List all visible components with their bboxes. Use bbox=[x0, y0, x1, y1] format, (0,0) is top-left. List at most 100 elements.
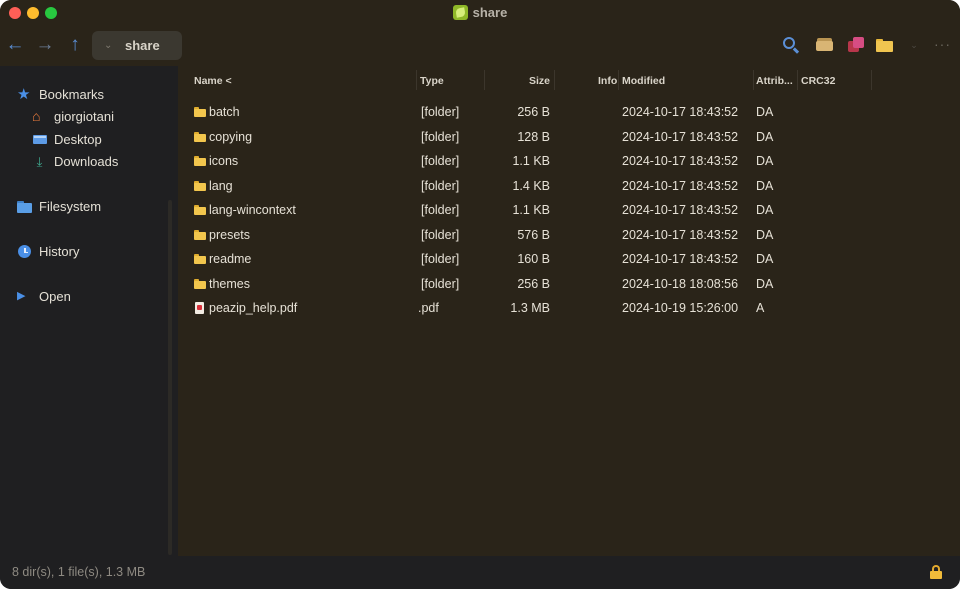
add-to-archive-icon[interactable] bbox=[816, 36, 834, 54]
file-modified: 2024-10-17 18:43:52 bbox=[622, 105, 739, 119]
folder-icon bbox=[194, 253, 206, 265]
status-bar: 8 dir(s), 1 file(s), 1.3 MB bbox=[0, 556, 960, 589]
sidebar-item-label: Desktop bbox=[54, 131, 102, 147]
file-attributes: DA bbox=[756, 178, 774, 193]
file-modified: 2024-10-18 18:08:56 bbox=[622, 276, 739, 291]
folder-icon[interactable] bbox=[876, 36, 894, 54]
folder-icon bbox=[194, 278, 206, 290]
sidebar-section-label: Bookmarks bbox=[39, 86, 105, 102]
column-divider[interactable] bbox=[484, 70, 485, 90]
window-title: share bbox=[472, 5, 508, 20]
file-type: [folder] bbox=[421, 252, 460, 266]
column-header-crc32[interactable]: CRC32 bbox=[801, 75, 835, 87]
sidebar-section-label: Open bbox=[39, 288, 71, 304]
sidebar-item-label: Downloads bbox=[54, 153, 119, 169]
history-icon bbox=[17, 244, 32, 259]
column-header-attributes[interactable]: Attrib... bbox=[756, 75, 793, 87]
up-button[interactable]: ↑ bbox=[64, 32, 86, 58]
file-list: Name < Type Size Info Modified Attrib...… bbox=[178, 66, 960, 556]
arrow-left-icon: ← bbox=[5, 34, 25, 55]
file-attributes: DA bbox=[756, 154, 774, 168]
file-name: lang-wincontext bbox=[209, 203, 296, 217]
file-name: batch bbox=[209, 105, 240, 119]
file-row[interactable]: copying [folder] 128 B 2024-10-17 18:43:… bbox=[178, 125, 960, 149]
sidebar-filesystem[interactable]: Filesystem bbox=[17, 196, 101, 216]
column-divider[interactable] bbox=[416, 70, 417, 90]
column-header-info[interactable]: Info bbox=[598, 75, 617, 87]
sidebar-open[interactable]: ▶ Open bbox=[17, 286, 71, 306]
sidebar-history[interactable]: History bbox=[17, 241, 79, 261]
file-modified: 2024-10-19 15:26:00 bbox=[622, 301, 739, 315]
address-bar[interactable]: ⌄ share bbox=[92, 31, 182, 60]
file-attributes: DA bbox=[756, 276, 774, 291]
file-modified: 2024-10-17 18:43:52 bbox=[622, 154, 739, 168]
folder-icon bbox=[194, 155, 206, 167]
title-bar: share bbox=[0, 0, 960, 26]
column-divider[interactable] bbox=[554, 70, 555, 90]
column-header-type[interactable]: Type bbox=[420, 75, 444, 87]
home-icon: ⌂ bbox=[32, 107, 41, 124]
pdf-file-icon bbox=[194, 302, 206, 314]
arrow-right-icon: → bbox=[35, 34, 55, 55]
column-header-size[interactable]: Size bbox=[529, 75, 550, 87]
file-size: 256 B bbox=[517, 276, 550, 291]
file-attributes: DA bbox=[756, 252, 774, 266]
file-type: [folder] bbox=[421, 154, 460, 168]
toolbar: ← → ↑ ⌄ share ⌄ ··· bbox=[0, 26, 960, 66]
file-attributes: DA bbox=[756, 129, 774, 144]
file-row[interactable]: icons [folder] 1.1 KB 2024-10-17 18:43:5… bbox=[178, 149, 960, 173]
file-name: lang bbox=[209, 178, 233, 193]
column-divider[interactable] bbox=[797, 70, 798, 90]
folder-icon bbox=[194, 229, 206, 241]
file-row[interactable]: themes [folder] 256 B 2024-10-18 18:08:5… bbox=[178, 272, 960, 296]
sidebar-bookmarks[interactable]: ★ Bookmarks bbox=[17, 84, 104, 104]
window-title-group: share bbox=[0, 5, 960, 20]
folder-icon bbox=[194, 106, 206, 118]
file-name: copying bbox=[209, 129, 253, 144]
column-header-modified[interactable]: Modified bbox=[622, 75, 665, 87]
file-row[interactable]: presets [folder] 576 B 2024-10-17 18:43:… bbox=[178, 223, 960, 247]
file-modified: 2024-10-17 18:43:52 bbox=[622, 129, 739, 144]
file-row[interactable]: lang [folder] 1.4 KB 2024-10-17 18:43:52… bbox=[178, 174, 960, 198]
forward-button[interactable]: → bbox=[34, 32, 56, 58]
download-icon: ⤓ bbox=[36, 153, 43, 169]
file-attributes: A bbox=[756, 301, 765, 315]
chevron-down-icon[interactable]: ⌄ bbox=[104, 40, 120, 51]
file-size: 128 B bbox=[517, 129, 550, 144]
file-modified: 2024-10-17 18:43:52 bbox=[622, 227, 739, 242]
more-options-icon[interactable]: ··· bbox=[934, 36, 954, 54]
app-window: share ← → ↑ ⌄ share ⌄ ··· ★ Bookmarks ⌂ … bbox=[0, 0, 960, 589]
sidebar-item-home[interactable]: ⌂ giorgiotani bbox=[32, 106, 114, 126]
sidebar: ★ Bookmarks ⌂ giorgiotani Desktop ⤓ Down… bbox=[0, 66, 170, 556]
sidebar-scrollbar[interactable] bbox=[168, 200, 172, 555]
file-row[interactable]: peazip_help.pdf .pdf 1.3 MB 2024-10-19 1… bbox=[178, 296, 960, 320]
peazip-app-icon bbox=[452, 5, 468, 20]
search-icon[interactable] bbox=[782, 36, 800, 54]
column-divider[interactable] bbox=[753, 70, 754, 90]
column-divider[interactable] bbox=[618, 70, 619, 90]
file-type: [folder] bbox=[421, 129, 460, 144]
chevron-down-icon[interactable]: ⌄ bbox=[907, 36, 921, 54]
desktop-icon bbox=[32, 132, 47, 147]
path-label: share bbox=[125, 38, 160, 53]
lock-icon[interactable] bbox=[930, 565, 942, 579]
file-type: [folder] bbox=[421, 203, 460, 217]
star-icon: ★ bbox=[17, 85, 31, 103]
column-header-name[interactable]: Name < bbox=[194, 75, 232, 87]
file-row[interactable]: batch [folder] 256 B 2024-10-17 18:43:52… bbox=[178, 100, 960, 124]
file-row[interactable]: readme [folder] 160 B 2024-10-17 18:43:5… bbox=[178, 247, 960, 271]
folder-icon bbox=[194, 131, 206, 143]
sidebar-item-downloads[interactable]: ⤓ Downloads bbox=[32, 151, 119, 171]
extract-icon[interactable] bbox=[847, 36, 865, 54]
back-button[interactable]: ← bbox=[4, 32, 26, 58]
file-size: 1.1 KB bbox=[512, 154, 550, 168]
file-attributes: DA bbox=[756, 227, 774, 242]
file-name: icons bbox=[209, 154, 239, 168]
file-row[interactable]: lang-wincontext [folder] 1.1 KB 2024-10-… bbox=[178, 198, 960, 222]
column-divider[interactable] bbox=[871, 70, 872, 90]
file-type: [folder] bbox=[421, 227, 460, 242]
sidebar-item-desktop[interactable]: Desktop bbox=[32, 129, 102, 149]
file-size: 256 B bbox=[517, 105, 550, 119]
column-header-row: Name < Type Size Info Modified Attrib...… bbox=[178, 66, 960, 94]
file-attributes: DA bbox=[756, 203, 774, 217]
